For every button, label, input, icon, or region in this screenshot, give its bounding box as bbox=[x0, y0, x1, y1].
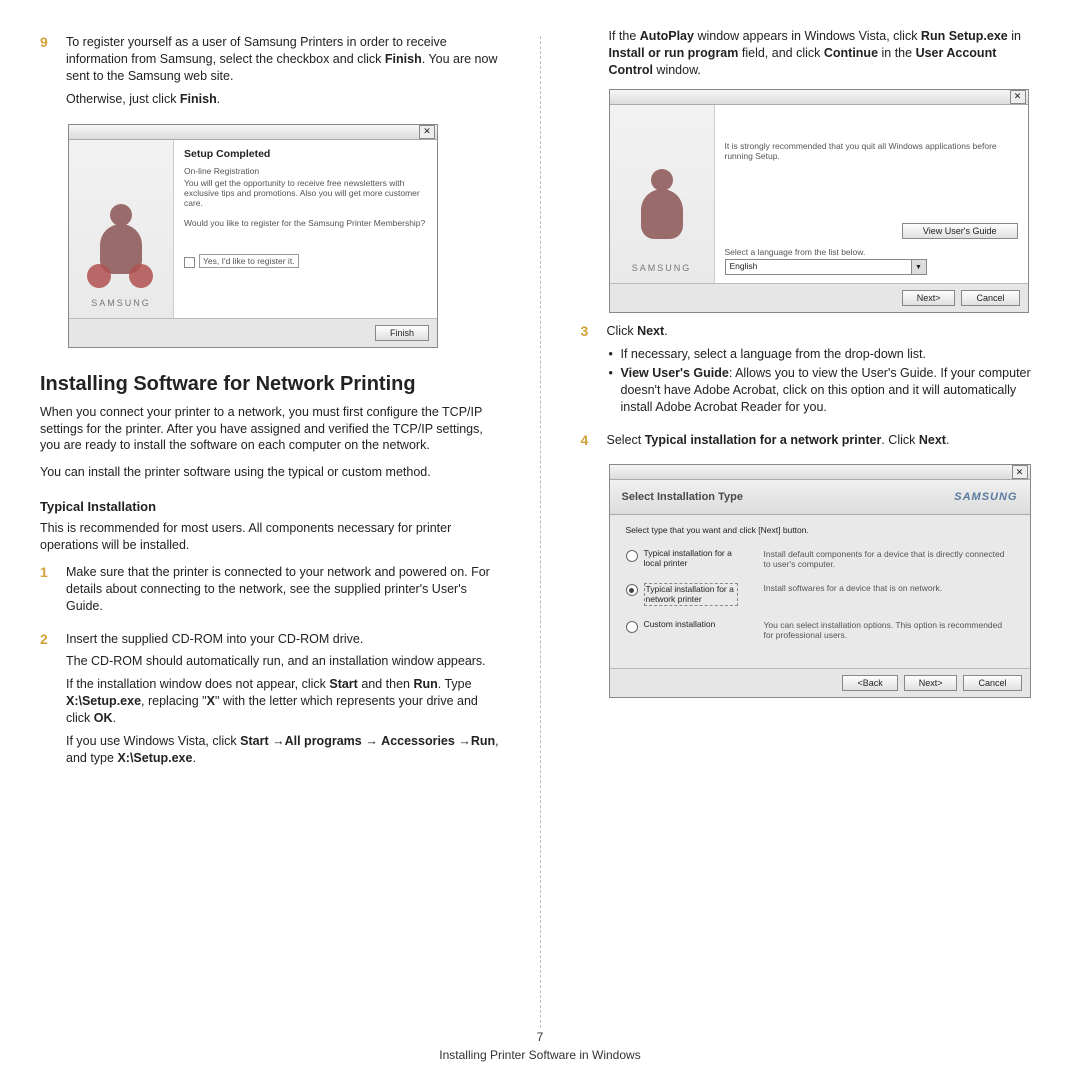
step2-p3: If the installation window does not appe… bbox=[66, 676, 500, 727]
view-users-guide-button[interactable]: View User's Guide bbox=[902, 223, 1018, 239]
close-icon[interactable]: ✕ bbox=[419, 125, 435, 139]
step3-bullet-1: If necessary, select a language from the… bbox=[607, 346, 1041, 363]
recommend-text: It is strongly recommended that you quit… bbox=[725, 141, 1018, 161]
cancel-button[interactable]: Cancel bbox=[963, 675, 1021, 691]
close-icon[interactable]: ✕ bbox=[1012, 465, 1028, 479]
step-1: 1 Make sure that the printer is connecte… bbox=[40, 564, 500, 621]
cancel-button[interactable]: Cancel bbox=[961, 290, 1019, 306]
step-2: 2 Insert the supplied CD-ROM into your C… bbox=[40, 631, 500, 773]
reg-desc: You will get the opportunity to receive … bbox=[184, 178, 427, 209]
next-button[interactable]: Next> bbox=[904, 675, 958, 691]
option-desc: Install softwares for a device that is o… bbox=[764, 583, 1014, 593]
left-column: 9 To register yourself as a user of Sams… bbox=[40, 28, 500, 1028]
option-label: Typical installation for a network print… bbox=[644, 583, 738, 606]
step9-otherwise: Otherwise, just click Finish. bbox=[66, 91, 500, 108]
option-typical-network[interactable]: Typical installation for a network print… bbox=[626, 583, 1014, 606]
step2-p2: The CD-ROM should automatically run, and… bbox=[66, 653, 500, 670]
step4-text: Select Typical installation for a networ… bbox=[607, 432, 1041, 449]
close-icon[interactable]: ✕ bbox=[1010, 90, 1026, 104]
step-num: 3 bbox=[581, 323, 595, 421]
setup-completed-dialog: ✕ SAMSUNG Setup Completed On-line Regist… bbox=[68, 124, 438, 348]
radio-icon[interactable] bbox=[626, 550, 638, 562]
reg-checkbox-row: Yes, I'd like to register it. bbox=[184, 256, 427, 267]
chevron-down-icon: ▼ bbox=[911, 260, 926, 274]
section-heading: Installing Software for Network Printing bbox=[40, 372, 500, 396]
checkbox[interactable] bbox=[184, 257, 195, 268]
reg-question: Would you like to register for the Samsu… bbox=[184, 218, 427, 228]
network-para-1: When you connect your printer to a netwo… bbox=[40, 404, 500, 455]
step2-p4: If you use Windows Vista, click Start →A… bbox=[66, 733, 500, 767]
step-num: 2 bbox=[40, 631, 54, 773]
step-num: 9 bbox=[40, 34, 54, 114]
step-num: 1 bbox=[40, 564, 54, 621]
radio-icon[interactable] bbox=[626, 621, 638, 633]
column-divider bbox=[540, 36, 541, 1028]
option-label: Custom installation bbox=[644, 620, 734, 629]
language-dropdown[interactable]: English▼ bbox=[725, 259, 927, 275]
step3-click-next: Click Next. bbox=[607, 323, 1041, 340]
typical-desc: This is recommended for most users. All … bbox=[40, 520, 500, 554]
option-custom[interactable]: Custom installation You can select insta… bbox=[626, 620, 1014, 640]
page-footer: 7 Installing Printer Software in Windows bbox=[0, 1030, 1080, 1062]
vista-note: If the AutoPlay window appears in Window… bbox=[609, 28, 1041, 79]
option-typical-local[interactable]: Typical installation for a local printer… bbox=[626, 549, 1014, 569]
step-9: 9 To register yourself as a user of Sams… bbox=[40, 34, 500, 114]
back-button[interactable]: <Back bbox=[842, 675, 897, 691]
option-desc: Install default components for a device … bbox=[764, 549, 1014, 569]
samsung-logo: SAMSUNG bbox=[632, 263, 692, 273]
step-num: 4 bbox=[581, 432, 595, 455]
next-button[interactable]: Next> bbox=[902, 290, 956, 306]
radio-icon[interactable] bbox=[626, 584, 638, 596]
sub-heading: Typical Installation bbox=[40, 499, 500, 514]
select-installation-type-dialog: ✕ Select Installation Type SAMSUNG Selec… bbox=[609, 464, 1031, 698]
samsung-logo: SAMSUNG bbox=[954, 491, 1017, 503]
step9-text: To register yourself as a user of Samsun… bbox=[66, 34, 500, 85]
instruction-text: Select type that you want and click [Nex… bbox=[626, 525, 1014, 535]
option-label: Typical installation for a local printer bbox=[644, 549, 734, 568]
step-4: 4 Select Typical installation for a netw… bbox=[581, 432, 1041, 455]
finish-button[interactable]: Finish bbox=[375, 325, 429, 341]
reg-title: On-line Registration bbox=[184, 166, 427, 176]
mascot-icon bbox=[91, 198, 151, 288]
step-3: 3 Click Next. If necessary, select a lan… bbox=[581, 323, 1041, 421]
page-number: 7 bbox=[0, 1030, 1080, 1044]
select-lang-label: Select a language from the list below. bbox=[725, 247, 1018, 257]
step3-bullet-2: View User's Guide: Allows you to view th… bbox=[607, 365, 1041, 416]
step2-p1: Insert the supplied CD-ROM into your CD-… bbox=[66, 631, 500, 648]
checkbox-label: Yes, I'd like to register it. bbox=[199, 254, 299, 268]
samsung-logo: SAMSUNG bbox=[91, 298, 151, 308]
dialog-header-title: Select Installation Type bbox=[622, 491, 743, 503]
dialog-title: Setup Completed bbox=[184, 148, 427, 160]
language-select-dialog: ✕ SAMSUNG It is strongly recommended tha… bbox=[609, 89, 1029, 314]
network-para-2: You can install the printer software usi… bbox=[40, 464, 500, 481]
option-desc: You can select installation options. Thi… bbox=[764, 620, 1014, 640]
step1-text: Make sure that the printer is connected … bbox=[66, 564, 500, 615]
right-column: If the AutoPlay window appears in Window… bbox=[581, 28, 1041, 1028]
mascot-icon bbox=[632, 163, 692, 253]
footer-text: Installing Printer Software in Windows bbox=[0, 1048, 1080, 1062]
